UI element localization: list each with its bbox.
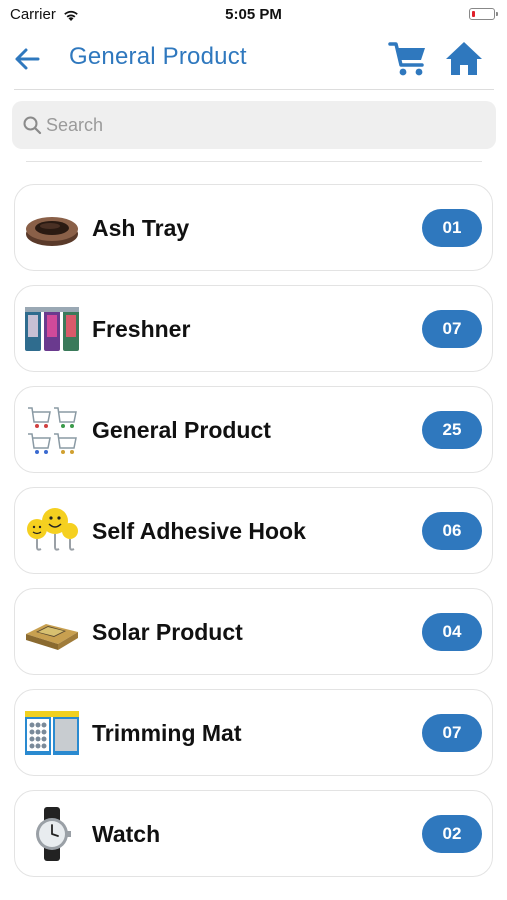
- status-bar: Carrier 5:05 PM: [0, 0, 507, 32]
- category-item-self-adhesive-hook[interactable]: Self Adhesive Hook 06: [14, 487, 493, 574]
- header-divider: [14, 89, 494, 90]
- category-label: Self Adhesive Hook: [92, 518, 306, 544]
- ash-tray-thumbnail: [26, 217, 78, 246]
- search-icon: [23, 116, 42, 135]
- battery-level: [471, 10, 475, 17]
- category-item-freshner[interactable]: Freshner 07: [14, 285, 493, 372]
- category-label: Watch: [92, 821, 161, 847]
- battery-icon: [469, 8, 498, 20]
- general-product-thumbnail: [28, 407, 77, 454]
- category-label: Trimming Mat: [92, 720, 242, 746]
- home-icon: [446, 42, 482, 75]
- trimming-mat-thumbnail: [25, 711, 79, 755]
- home-button[interactable]: [442, 37, 486, 81]
- app-header: General Product: [0, 32, 507, 84]
- freshner-thumbnail: [25, 307, 79, 351]
- shopping-cart-icon: [388, 42, 425, 76]
- category-label: General Product: [92, 417, 271, 443]
- category-list: Ash Tray 01 Freshner 07 General Product …: [14, 184, 493, 891]
- watch-thumbnail: [36, 807, 71, 861]
- category-item-watch[interactable]: Watch 02: [14, 790, 493, 877]
- cart-button[interactable]: [386, 37, 430, 81]
- solar-product-thumbnail: [26, 624, 78, 650]
- category-label: Ash Tray: [92, 215, 190, 241]
- category-label: Solar Product: [92, 619, 243, 645]
- page-title: General Product: [69, 43, 247, 70]
- count-badge: 06: [422, 512, 482, 550]
- category-item-trimming-mat[interactable]: Trimming Mat 07: [14, 689, 493, 776]
- count-badge: 07: [422, 714, 482, 752]
- category-item-ash-tray[interactable]: Ash Tray 01: [14, 184, 493, 271]
- arrow-left-icon: [15, 48, 40, 70]
- search-bar[interactable]: [12, 101, 496, 149]
- status-time: 5:05 PM: [225, 6, 282, 23]
- search-divider: [26, 161, 482, 162]
- count-badge: 25: [422, 411, 482, 449]
- count-badge: 01: [422, 209, 482, 247]
- search-input[interactable]: [46, 101, 486, 149]
- self-adhesive-hook-thumbnail: [27, 508, 78, 551]
- category-label: Freshner: [92, 316, 191, 342]
- category-item-general-product[interactable]: General Product 25: [14, 386, 493, 473]
- count-badge: 04: [422, 613, 482, 651]
- count-badge: 02: [422, 815, 482, 853]
- count-badge: 07: [422, 310, 482, 348]
- back-button[interactable]: [10, 42, 44, 76]
- category-item-solar-product[interactable]: Solar Product 04: [14, 588, 493, 675]
